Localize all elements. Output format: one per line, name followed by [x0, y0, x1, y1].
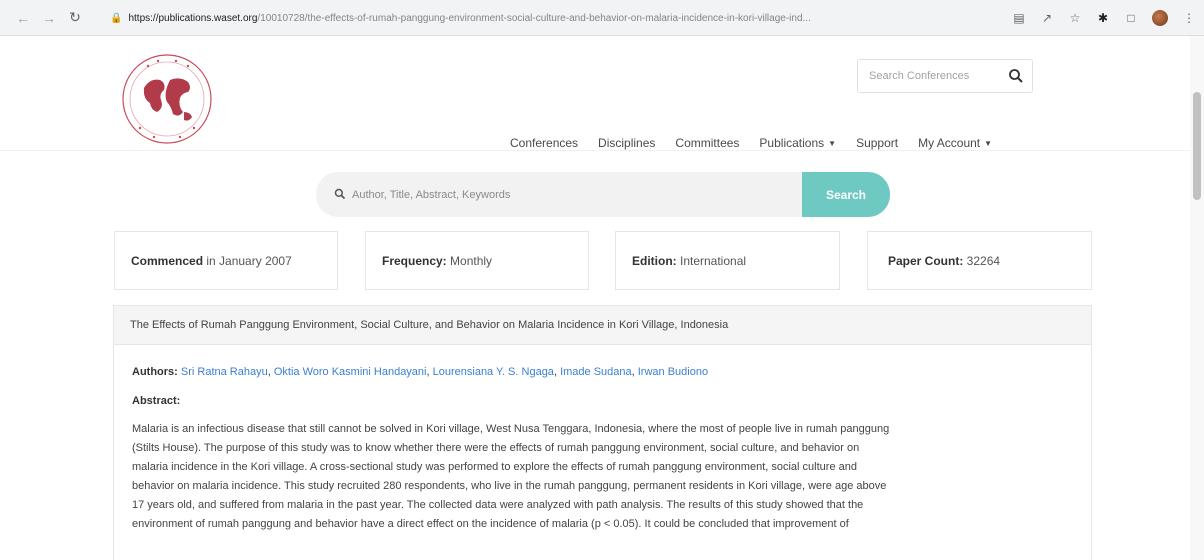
abstract-line: 17 years old, and suffered from malaria … [132, 499, 864, 511]
lock-icon[interactable]: 🔒 [110, 13, 122, 24]
stat-frequency: Frequency: Monthly [365, 231, 589, 290]
stat-edition: Edition: International [615, 231, 840, 290]
author-link[interactable]: Oktia Woro Kasmini Handayani [274, 366, 427, 378]
stat-paper-count: Paper Count: 32264 [867, 231, 1092, 290]
caret-down-icon: ▼ [828, 139, 837, 148]
nav-my-account[interactable]: My Account ▼ [918, 136, 992, 150]
back-arrow-icon[interactable]: ← [12, 7, 34, 29]
abstract-line: (Stilts House). The purpose of this stud… [132, 442, 860, 454]
nav-publications-label: Publications [759, 136, 825, 150]
stat-frequency-label: Frequency: [382, 253, 447, 268]
conference-search-input[interactable] [858, 70, 1003, 82]
paper-panel: The Effects of Rumah Panggung Environmen… [113, 305, 1092, 560]
search-button[interactable]: Search [802, 172, 890, 217]
header-divider [0, 150, 1190, 151]
conference-search-box [857, 59, 1033, 93]
url-host: https://publications.waset.org [128, 12, 258, 24]
extensions-icon[interactable]: ✱ [1096, 11, 1110, 25]
address-bar[interactable]: 🔒 https://publications.waset.org/1001072… [110, 6, 996, 30]
forward-arrow-icon[interactable]: → [38, 7, 60, 29]
main-navigation: Conferences Disciplines Committees Publi… [510, 136, 992, 150]
abstract-heading: Abstract: [132, 395, 181, 407]
caret-down-icon: ▼ [984, 139, 993, 148]
paper-title: The Effects of Rumah Panggung Environmen… [114, 306, 1091, 345]
nav-publications[interactable]: Publications ▼ [759, 136, 836, 150]
author-link[interactable]: Irwan Budiono [638, 366, 708, 378]
paper-search-field [316, 172, 816, 217]
share-icon[interactable]: ↗ [1040, 11, 1054, 25]
authors-line: Authors: Sri Ratna Rahayu, Oktia Woro Ka… [132, 366, 709, 378]
search-icon [334, 187, 346, 205]
save-page-icon[interactable]: ▤ [1012, 11, 1026, 25]
stat-commenced-label: Commenced [131, 253, 204, 268]
author-link[interactable]: Lourensiana Y. S. Ngaga [433, 366, 554, 378]
abstract-line: malaria incidence in the Kori village. A… [132, 461, 857, 473]
waset-logo[interactable] [118, 50, 216, 148]
nav-my-account-label: My Account [918, 136, 981, 150]
stat-commenced-value: in January 2007 [203, 253, 292, 268]
author-link[interactable]: Sri Ratna Rahayu [181, 366, 268, 378]
nav-committees[interactable]: Committees [675, 136, 739, 150]
abstract-text: Malaria is an infectious disease that st… [132, 420, 1062, 534]
paper-search-input[interactable] [352, 188, 792, 201]
bookmark-star-icon[interactable]: ☆ [1068, 11, 1082, 25]
profile-avatar[interactable] [1152, 10, 1168, 26]
abstract-line: behavior on malaria incidence. This stud… [132, 480, 887, 492]
url-path: /10010728/the-effects-of-rumah-panggung-… [257, 12, 811, 24]
kebab-menu-icon[interactable]: ⋮ [1182, 11, 1196, 25]
side-panel-icon[interactable]: □ [1124, 11, 1138, 25]
abstract-line: environment of rumah panggung and behavi… [132, 518, 849, 530]
stat-paper-count-value: 32264 [963, 253, 1001, 268]
nav-conferences[interactable]: Conferences [510, 136, 578, 150]
browser-toolbar: ← → ↻ 🔒 https://publications.waset.org/1… [0, 0, 1204, 36]
abstract-line: Malaria is an infectious disease that st… [132, 423, 890, 435]
stat-edition-label: Edition: [632, 253, 677, 268]
scrollbar-thumb[interactable] [1193, 92, 1201, 200]
stat-paper-count-label: Paper Count: [888, 253, 964, 268]
nav-support[interactable]: Support [856, 136, 898, 150]
paper-search-bar: Search [316, 172, 890, 217]
reload-icon[interactable]: ↻ [64, 7, 86, 29]
author-link[interactable]: Imade Sudana [560, 366, 632, 378]
nav-disciplines[interactable]: Disciplines [598, 136, 655, 150]
stat-edition-value: International [676, 253, 747, 268]
stat-frequency-value: Monthly [446, 253, 493, 268]
stat-commenced: Commenced in January 2007 [114, 231, 338, 290]
search-icon[interactable] [1008, 68, 1024, 89]
authors-label: Authors: [132, 366, 178, 378]
page-scrollbar[interactable] [1190, 36, 1204, 560]
